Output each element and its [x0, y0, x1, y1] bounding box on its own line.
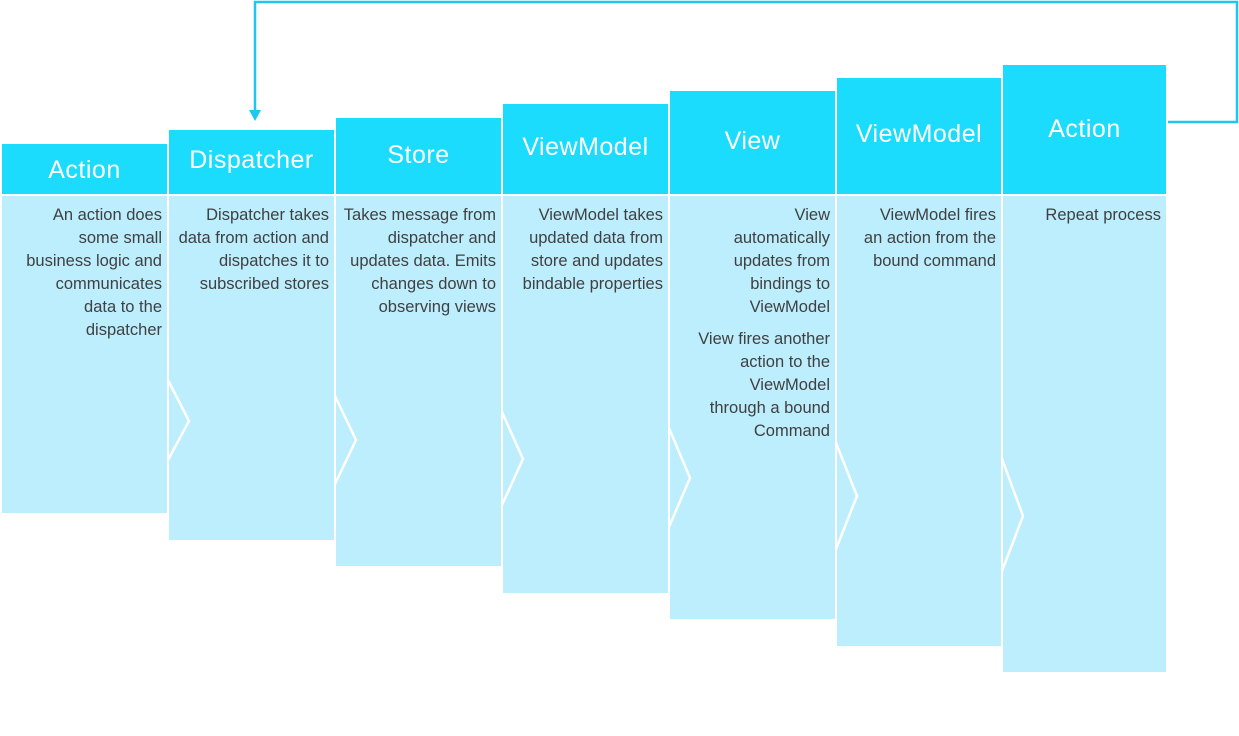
step-title: ViewModel	[522, 132, 649, 161]
step-description: Repeat process	[1007, 204, 1161, 236]
step-view: View View automatically updates from bin…	[670, 91, 835, 619]
step-description: An action does some small business logic…	[6, 204, 162, 351]
step-dispatcher: Dispatcher Dispatcher takes data from ac…	[169, 130, 334, 540]
step-viewmodel-2: ViewModel ViewModel fires an action from…	[837, 78, 1001, 646]
step-header: ViewModel	[837, 78, 1001, 194]
step-body: An action does some small business logic…	[2, 196, 167, 513]
step-store: Store Takes message from dispatcher and …	[336, 118, 501, 566]
step-description: View automatically updates from bindings…	[674, 204, 830, 452]
step-title: Dispatcher	[189, 145, 314, 174]
step-header: Action	[2, 144, 167, 194]
step-body: Takes message from dispatcher and update…	[336, 196, 501, 566]
step-description: Dispatcher takes data from action and di…	[173, 204, 329, 305]
step-body: ViewModel fires an action from the bound…	[837, 196, 1001, 646]
step-viewmodel-1: ViewModel ViewModel takes updated data f…	[503, 104, 668, 593]
step-action-2: Action Repeat process	[1003, 65, 1166, 672]
step-body: View automatically updates from bindings…	[670, 196, 835, 619]
step-body: ViewModel takes updated data from store …	[503, 196, 668, 593]
step-action-1: Action An action does some small busines…	[2, 144, 167, 513]
step-description: Takes message from dispatcher and update…	[340, 204, 496, 328]
step-title: Action	[48, 155, 121, 184]
step-body: Repeat process	[1003, 196, 1166, 672]
step-header: View	[670, 91, 835, 194]
step-paragraph: Dispatcher takes data from action and di…	[178, 206, 329, 293]
step-body: Dispatcher takes data from action and di…	[169, 196, 334, 540]
step-paragraph: View fires another action to the ViewMod…	[698, 330, 830, 440]
step-title: View	[724, 127, 781, 155]
step-paragraph: Takes message from dispatcher and update…	[343, 206, 496, 316]
step-header: Dispatcher	[169, 130, 334, 194]
step-title: ViewModel	[855, 119, 983, 148]
step-description: ViewModel takes updated data from store …	[507, 204, 663, 305]
step-header: Store	[336, 118, 501, 194]
step-title: Action	[1048, 115, 1121, 143]
step-header: ViewModel	[503, 104, 668, 194]
step-header: Action	[1003, 65, 1166, 194]
step-paragraph: View automatically updates from bindings…	[733, 206, 830, 316]
step-paragraph: Repeat process	[1045, 206, 1161, 224]
step-title: Store	[387, 140, 450, 169]
step-paragraph: ViewModel takes updated data from store …	[522, 206, 663, 293]
step-description: ViewModel fires an action from the bound…	[841, 204, 996, 282]
step-paragraph: ViewModel fires an action from the bound…	[863, 206, 996, 270]
step-paragraph: An action does some small business logic…	[26, 206, 162, 339]
